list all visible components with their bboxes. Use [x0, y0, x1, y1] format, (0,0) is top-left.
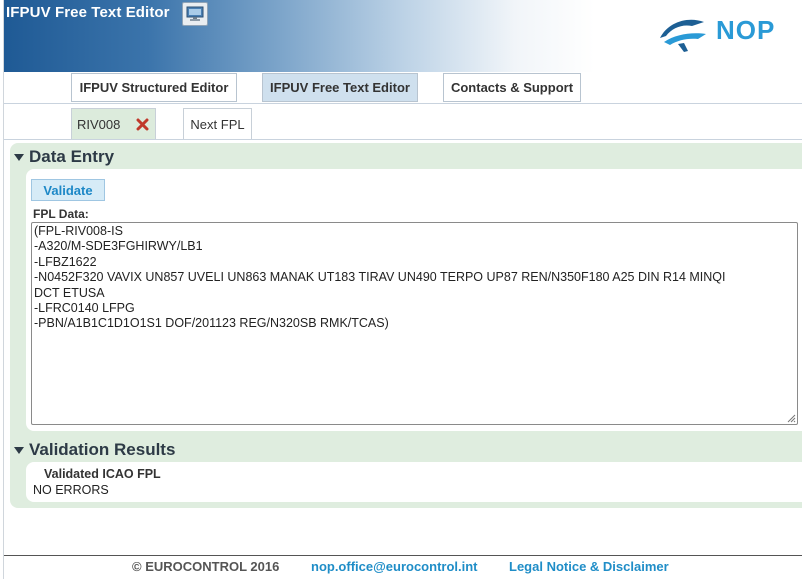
sub-tabs-divider	[4, 139, 802, 140]
data-entry-title: Data Entry	[29, 147, 115, 166]
monitor-button[interactable]	[182, 2, 208, 26]
fpl-tab-riv008[interactable]: RIV008	[71, 108, 156, 139]
footer-legal-link[interactable]: Legal Notice & Disclaimer	[509, 559, 669, 574]
app-title: IFPUV Free Text Editor	[6, 4, 170, 21]
validation-results-header[interactable]: Validation Results	[14, 440, 175, 460]
left-border	[0, 0, 4, 579]
logo-text: NOP	[716, 15, 776, 45]
resize-grip-icon[interactable]	[786, 413, 796, 423]
fpl-data-label: FPL Data:	[33, 207, 89, 221]
tab-contacts-support[interactable]: Contacts & Support	[443, 73, 581, 102]
fpl-data-textarea[interactable]: (FPL-RIV008-IS -A320/M-SDE3FGHIRWY/LB1 -…	[31, 222, 798, 425]
footer-divider	[4, 555, 802, 556]
fpl-line: -LFBZ1622	[34, 254, 97, 269]
validation-results-title: Validation Results	[29, 440, 176, 459]
fpl-line: DCT ETUSA	[34, 285, 105, 300]
fpl-line: -PBN/A1B1C1D1O1S1 DOF/201123 REG/N320SB …	[34, 316, 389, 331]
fpl-line: (FPL-RIV008-IS	[34, 224, 123, 238]
tab-structured-editor[interactable]: IFPUV Structured Editor	[71, 73, 237, 102]
fpl-line: -LFRC0140 LFPG	[34, 301, 135, 316]
plane-logo-icon	[660, 19, 706, 52]
validate-button[interactable]: Validate	[31, 179, 105, 201]
fpl-line: -A320/M-SDE3FGHIRWY/LB1	[34, 239, 203, 254]
collapse-triangle-icon	[14, 154, 24, 161]
footer-copyright: © EUROCONTROL 2016	[132, 559, 280, 574]
data-entry-header[interactable]: Data Entry	[14, 147, 114, 167]
nop-logo: NOP	[654, 12, 794, 56]
collapse-triangle-icon	[14, 447, 24, 454]
close-icon[interactable]	[136, 118, 149, 131]
tab-free-text-editor[interactable]: IFPUV Free Text Editor	[262, 73, 418, 102]
validation-status: NO ERRORS	[33, 483, 109, 497]
fpl-line: -N0452F320 VAVIX UN857 UVELI UN863 MANAK…	[34, 270, 726, 285]
monitor-icon	[186, 6, 204, 21]
footer-email-link[interactable]: nop.office@eurocontrol.int	[311, 559, 478, 574]
fpl-tab-label: RIV008	[77, 116, 121, 132]
validated-icao-fpl-label: Validated ICAO FPL	[44, 467, 161, 481]
next-fpl-tab[interactable]: Next FPL	[183, 108, 252, 139]
header-banner: IFPUV Free Text Editor NOP	[4, 0, 802, 72]
top-nav-divider	[4, 103, 802, 104]
